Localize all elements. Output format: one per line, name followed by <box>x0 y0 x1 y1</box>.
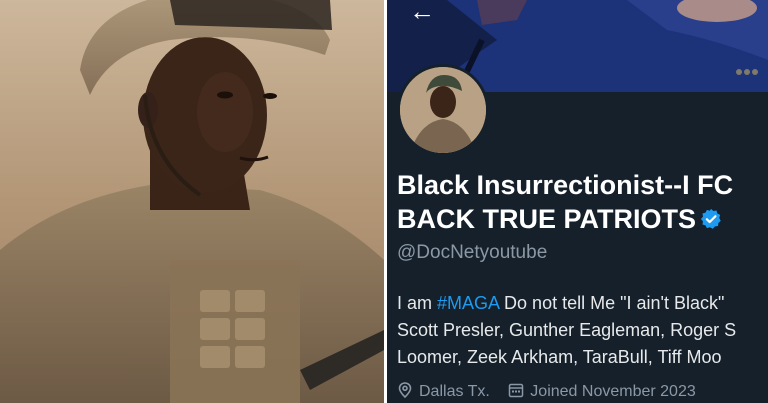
bio-line2: Scott Presler, Gunther Eagleman, Roger S <box>397 320 737 340</box>
avatar[interactable] <box>397 64 489 156</box>
display-name-line2: BACK TRUE PATRIOTS <box>397 204 696 234</box>
location-pin-icon <box>398 382 412 398</box>
joined-text: Joined November 2023 <box>530 383 696 400</box>
bio-line3: Loomer, Zeek Arkham, TaraBull, Tiff Moo <box>397 347 722 367</box>
display-name: Black Insurrectionist--I FC BACK TRUE PA… <box>397 168 768 236</box>
bio-prefix: I am <box>397 293 438 313</box>
hashtag-link[interactable]: #MAGA <box>437 293 499 313</box>
soldier-illustration <box>0 0 384 403</box>
profile-bio: I am #MAGA Do not tell Me "I ain't Black… <box>397 290 767 371</box>
bio-line1-rest: Do not tell Me "I ain't Black" <box>499 293 725 313</box>
location-item: Dallas Tx. <box>397 382 494 400</box>
display-name-line2-row: BACK TRUE PATRIOTS <box>397 202 768 236</box>
profile-handle: @DocNetyoutube <box>397 242 548 263</box>
avatar-image <box>400 67 486 153</box>
verified-badge-icon <box>700 208 721 229</box>
profile-meta: Dallas Tx. Joined November 2023 <box>397 382 710 401</box>
soldier-photo <box>0 0 384 403</box>
back-arrow-icon[interactable]: ← <box>409 0 439 26</box>
bio-line1: I am #MAGA Do not tell Me "I ain't Black… <box>397 290 767 317</box>
joined-item: Joined November 2023 <box>508 383 696 400</box>
calendar-icon <box>509 383 524 398</box>
profile-screenshot: ← Black Insurrectionist--I FC BACK TRUE … <box>387 0 768 403</box>
location-text: Dallas Tx. <box>419 383 490 400</box>
display-name-line1: Black Insurrectionist--I FC <box>397 170 734 200</box>
